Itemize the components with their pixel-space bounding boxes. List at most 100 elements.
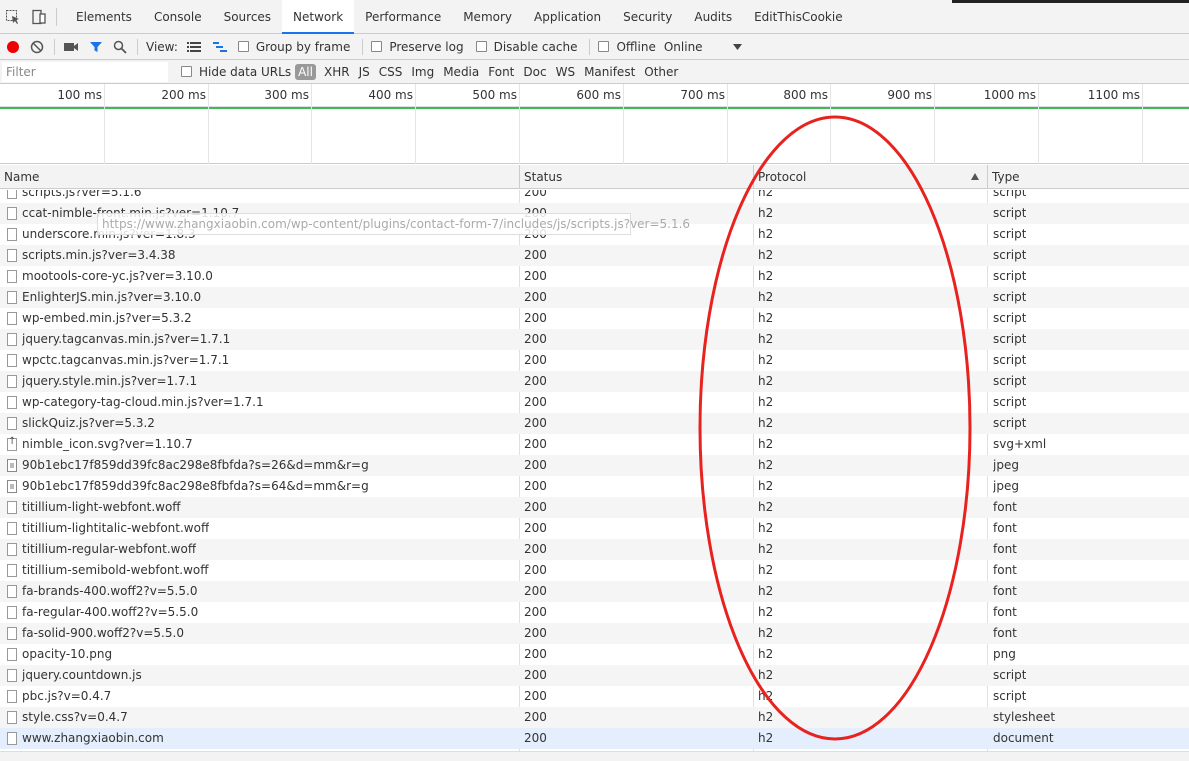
table-row[interactable]: style.css?v=0.4.7 200 h2 stylesheet xyxy=(0,707,1189,728)
document-file-icon xyxy=(7,522,17,535)
request-name: fa-brands-400.woff2?v=5.5.0 xyxy=(22,584,198,598)
large-rows-list-icon[interactable] xyxy=(186,34,202,60)
devtools-tab-bar: Elements Console Sources Network Performance… xyxy=(0,0,1189,34)
record-button[interactable] xyxy=(6,34,20,60)
request-protocol: h2 xyxy=(758,332,774,346)
tab-sources[interactable]: Sources xyxy=(213,0,282,34)
table-row[interactable]: scripts.min.js?ver=3.4.38 200 h2 script xyxy=(0,245,1189,266)
device-toolbar-icon[interactable] xyxy=(26,0,52,34)
document-file-icon xyxy=(7,249,17,262)
column-header-protocol[interactable]: Protocol xyxy=(754,165,988,189)
table-row[interactable]: mootools-core-yc.js?ver=3.10.0 200 h2 scrip… xyxy=(0,266,1189,287)
search-icon[interactable] xyxy=(113,34,127,60)
request-name: opacity-10.png xyxy=(22,647,113,661)
checkbox-box[interactable] xyxy=(371,41,383,52)
request-protocol: h2 xyxy=(758,521,774,535)
filter-type-xhr[interactable]: XHR xyxy=(324,65,350,79)
timeline-gridline xyxy=(415,84,416,164)
checkbox-box[interactable] xyxy=(237,41,249,52)
table-row[interactable]: jquery.style.min.js?ver=1.7.1 200 h2 script xyxy=(0,371,1189,392)
column-header-type[interactable]: Type xyxy=(988,165,1189,189)
request-protocol: h2 xyxy=(758,458,774,472)
tab-audits[interactable]: Audits xyxy=(683,0,743,34)
filter-type-js[interactable]: JS xyxy=(359,65,370,79)
filter-type-other[interactable]: Other xyxy=(644,65,678,79)
tab-editthiscookie[interactable]: EditThisCookie xyxy=(743,0,854,34)
tab-security[interactable]: Security xyxy=(612,0,683,34)
group-by-frame-checkbox[interactable]: Group by frame xyxy=(237,40,350,54)
request-name: www.zhangxiaobin.com xyxy=(22,731,164,745)
timeline-tick-label: 100 ms xyxy=(57,88,102,102)
tab-console[interactable]: Console xyxy=(143,0,213,34)
table-row[interactable]: fa-solid-900.woff2?v=5.5.0 200 h2 font xyxy=(0,623,1189,644)
request-type: script xyxy=(993,190,1027,199)
document-file-icon xyxy=(7,270,17,283)
table-row[interactable]: fa-brands-400.woff2?v=5.5.0 200 h2 font xyxy=(0,581,1189,602)
document-file-icon xyxy=(7,648,17,661)
table-row[interactable]: titillium-lightitalic-webfont.woff 200 h2 f… xyxy=(0,518,1189,539)
filter-input[interactable] xyxy=(2,61,168,82)
clear-button[interactable] xyxy=(30,34,44,60)
request-type: stylesheet xyxy=(993,710,1056,724)
table-row[interactable]: slickQuiz.js?ver=5.3.2 200 h2 script xyxy=(0,413,1189,434)
table-row[interactable]: titillium-semibold-webfont.woff 200 h2 font xyxy=(0,560,1189,581)
inspect-element-icon[interactable] xyxy=(0,0,26,34)
table-row[interactable]: 90b1ebc17f859dd39fc8ac298e8fbfda?s=26&d=… xyxy=(0,455,1189,476)
checkbox-box[interactable] xyxy=(181,66,192,77)
offline-label: Offline xyxy=(616,39,656,54)
table-row[interactable]: pbc.js?v=0.4.7 200 h2 script xyxy=(0,686,1189,707)
request-protocol: h2 xyxy=(758,311,774,325)
request-type: script xyxy=(993,248,1027,262)
filter-funnel-icon[interactable] xyxy=(89,34,103,60)
table-row[interactable]: www.zhangxiaobin.com 200 h2 document xyxy=(0,728,1189,749)
tab-performance[interactable]: Performance xyxy=(354,0,452,34)
request-type: script xyxy=(993,395,1027,409)
table-row[interactable]: wpctc.tagcanvas.min.js?ver=1.7.1 200 h2 scr… xyxy=(0,350,1189,371)
throttling-select[interactable]: Online xyxy=(664,34,742,60)
request-name: style.css?v=0.4.7 xyxy=(22,710,128,724)
request-protocol: h2 xyxy=(758,479,774,493)
hide-data-urls-checkbox[interactable]: Hide data URLs xyxy=(181,65,291,79)
request-status: 200 xyxy=(524,731,547,745)
tab-elements[interactable]: Elements xyxy=(65,0,143,34)
table-row[interactable]: jquery.countdown.js 200 h2 script xyxy=(0,665,1189,686)
preserve-log-checkbox[interactable]: Preserve log xyxy=(371,39,464,54)
filter-type-css[interactable]: CSS xyxy=(379,65,403,79)
checkbox-box[interactable] xyxy=(598,41,610,52)
table-row[interactable]: titillium-regular-webfont.woff 200 h2 font xyxy=(0,539,1189,560)
filter-type-img[interactable]: Img xyxy=(411,65,434,79)
table-row[interactable]: jquery.tagcanvas.min.js?ver=1.7.1 200 h2 sc… xyxy=(0,329,1189,350)
timeline-gridline xyxy=(208,84,209,164)
table-row[interactable]: opacity-10.png 200 h2 png xyxy=(0,644,1189,665)
tab-memory[interactable]: Memory xyxy=(452,0,523,34)
filter-type-doc[interactable]: Doc xyxy=(523,65,546,79)
table-row[interactable]: titillium-light-webfont.woff 200 h2 font xyxy=(0,497,1189,518)
table-row[interactable]: wp-embed.min.js?ver=5.3.2 200 h2 script xyxy=(0,308,1189,329)
table-row[interactable]: 90b1ebc17f859dd39fc8ac298e8fbfda?s=64&d=… xyxy=(0,476,1189,497)
table-row[interactable]: fa-regular-400.woff2?v=5.5.0 200 h2 font xyxy=(0,602,1189,623)
table-row[interactable]: scripts.js?ver=5.1.6 200 h2 script xyxy=(0,190,1189,203)
timeline-gridline xyxy=(519,84,520,164)
column-header-status[interactable]: Status xyxy=(520,165,754,189)
table-row[interactable]: wp-category-tag-cloud.min.js?ver=1.7.1 20… xyxy=(0,392,1189,413)
table-row[interactable]: EnlighterJS.min.js?ver=3.10.0 200 h2 script xyxy=(0,287,1189,308)
filter-type-all[interactable]: All xyxy=(295,63,316,80)
waterfall-overview-icon[interactable] xyxy=(212,34,228,60)
screenshot-camera-icon[interactable] xyxy=(63,34,79,60)
disable-cache-checkbox[interactable]: Disable cache xyxy=(475,40,577,54)
timeline-gridline xyxy=(311,84,312,164)
timeline-overview[interactable]: 100 ms 200 ms 300 ms 400 ms 500 ms 600 ms 700 … xyxy=(0,84,1189,164)
tab-application[interactable]: Application xyxy=(523,0,612,34)
column-header-name[interactable]: Name xyxy=(0,165,520,189)
horizontal-scrollbar[interactable] xyxy=(0,751,1189,761)
tab-network[interactable]: Network xyxy=(282,0,355,34)
filter-type-media[interactable]: Media xyxy=(443,65,479,79)
filter-type-manifest[interactable]: Manifest xyxy=(584,65,635,79)
offline-checkbox[interactable]: Offline xyxy=(598,39,656,54)
checkbox-box[interactable] xyxy=(475,41,487,52)
request-status: 200 xyxy=(524,500,547,514)
preserve-log-label: Preserve log xyxy=(389,39,464,54)
table-row[interactable]: nimble_icon.svg?ver=1.10.7 200 h2 svg+xml xyxy=(0,434,1189,455)
filter-type-ws[interactable]: WS xyxy=(556,65,575,79)
filter-type-font[interactable]: Font xyxy=(488,65,514,79)
